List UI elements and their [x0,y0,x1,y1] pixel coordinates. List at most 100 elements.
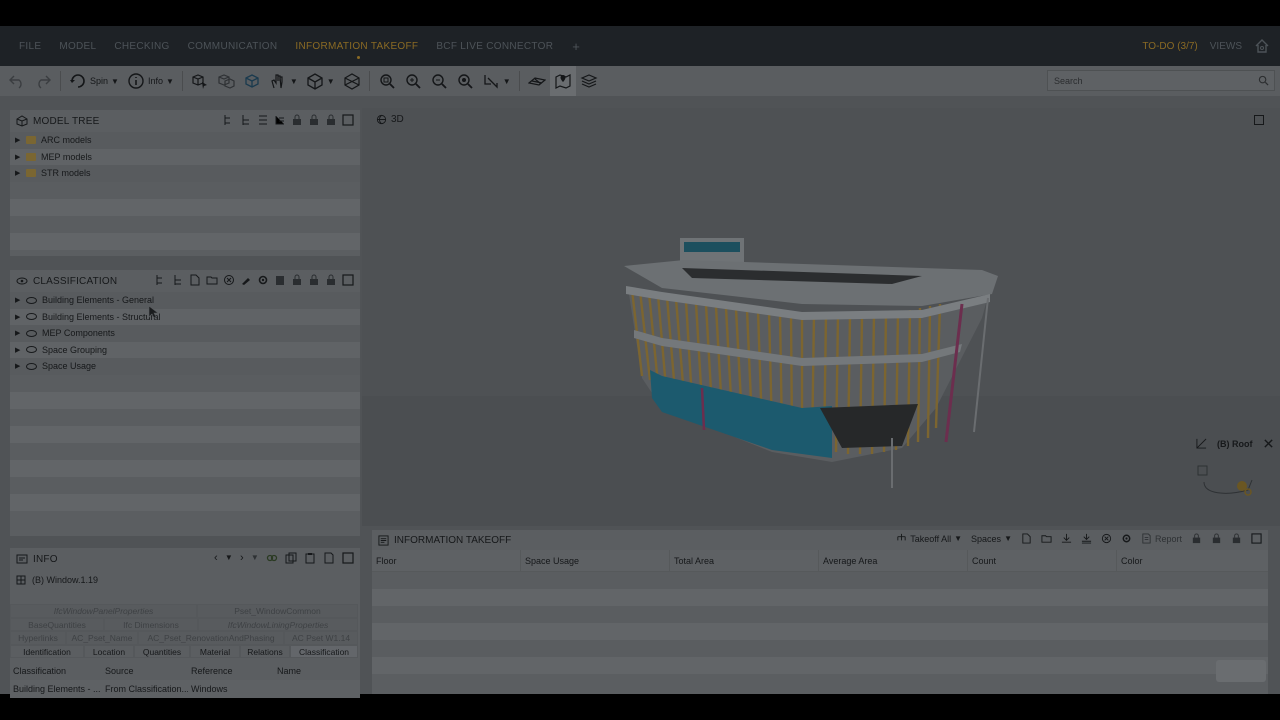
maximize-icon[interactable] [342,552,354,564]
export-icon[interactable] [274,274,286,286]
expand-arrow-icon[interactable]: ▶ [15,313,21,321]
expand-arrow-icon[interactable]: ▶ [15,296,21,304]
tree-filter-icon[interactable] [155,274,167,286]
maximize-icon[interactable] [342,274,354,286]
chevron-down-icon[interactable]: ▼ [251,552,259,564]
column-header-space-usage[interactable]: Space Usage [521,549,670,572]
gear-icon[interactable] [257,274,269,286]
menu-communication[interactable]: COMMUNICATION [179,41,287,52]
zoom-selection-button[interactable] [452,66,478,96]
classification-eye-icon[interactable] [26,346,37,354]
close-circle-icon[interactable] [223,274,235,286]
tab-ifc-dimensions[interactable]: Ifc Dimensions [104,617,198,631]
location-button[interactable] [549,66,576,96]
spin-button[interactable]: Spin ▼ [65,66,123,96]
column-header-average-area[interactable]: Average Area [819,549,968,572]
tab-pset-windowcommon[interactable]: Pset_WindowCommon [197,604,358,618]
paste-icon[interactable] [304,552,316,564]
tab-ac-pset-name[interactable]: AC_Pset_Name [66,631,138,645]
report-button[interactable]: Report [1141,533,1182,544]
lock-icon[interactable] [308,114,320,126]
tab-basequantities[interactable]: BaseQuantities [10,617,104,631]
close-circle-icon[interactable] [1101,533,1112,544]
takeoff-all-button[interactable]: Takeoff All ▼ [896,533,962,544]
menu-information-takeoff[interactable]: INFORMATION TAKEOFF [286,41,427,59]
lock-icon[interactable] [291,114,303,126]
column-header-total-area[interactable]: Total Area [670,549,819,572]
column-header-color[interactable]: Color [1117,550,1266,572]
views-button[interactable]: VIEWS [1210,41,1242,52]
close-icon[interactable] [1263,438,1274,449]
spaces-dropdown[interactable]: Spaces ▼ [971,534,1012,544]
menu-bcf-live-connector[interactable]: BCF LIVE CONNECTOR [427,41,562,52]
todo-button[interactable]: TO-DO (3/7) [1142,41,1197,52]
measure-button[interactable]: ▼ [478,66,515,96]
grid-header-reference[interactable]: Reference [188,666,274,676]
tab-classification[interactable]: Classification [290,644,358,658]
classification-eye-icon[interactable] [26,313,37,321]
grid-header-classification[interactable]: Classification [10,666,102,676]
tree-item-str-models[interactable]: ▶ STR models [10,165,360,182]
section-box-button[interactable] [339,66,365,96]
lock-icon[interactable] [1191,533,1202,544]
expand-arrow-icon[interactable]: ▶ [15,136,21,144]
download-icon[interactable] [1061,533,1072,544]
tree-filter-icon[interactable] [223,114,235,126]
column-header-count[interactable]: Count [968,549,1117,572]
classification-item[interactable]: ▶ Building Elements - Structural [10,308,360,325]
maximize-icon[interactable] [342,114,354,126]
menu-file[interactable]: FILE [10,41,50,52]
3d-viewport[interactable]: 3D (B) Roof [362,108,1280,526]
classification-eye-icon[interactable] [26,296,37,304]
next-arrow-icon[interactable]: › [240,552,244,564]
copy-icon[interactable] [285,552,297,564]
classification-item[interactable]: ▶ Building Elements - General [10,292,360,309]
zoom-fit-button[interactable] [374,66,400,96]
new-file-icon[interactable] [1021,533,1032,544]
floor-plan-button[interactable] [524,66,550,96]
selected-object[interactable]: (B) Window.1.19 [10,570,360,590]
select-objects-button[interactable] [187,66,213,96]
hide-objects-button[interactable] [213,66,239,96]
lock-icon[interactable] [1211,533,1222,544]
isolate-button[interactable] [239,66,265,96]
classification-item[interactable]: ▶ Space Grouping [10,341,360,358]
walk-button[interactable]: ▼ [265,66,302,96]
info-button[interactable]: Info ▼ [123,66,178,96]
tab-ac-pset-renovation[interactable]: AC_Pset_RenovationAndPhasing [138,631,284,645]
column-header-floor[interactable]: Floor [372,549,521,572]
views-cube-button[interactable]: ▼ [302,66,339,96]
tab-ifcwindowpanelproperties[interactable]: IfcWindowPanelProperties [10,604,197,618]
tab-identification[interactable]: Identification [10,644,84,658]
menu-model[interactable]: MODEL [50,41,105,52]
lock-icon[interactable] [308,274,320,286]
classification-eye-icon[interactable] [26,329,37,337]
tab-quantities[interactable]: Quantities [134,644,190,658]
search-box[interactable]: Search [1047,70,1275,91]
lock-icon[interactable] [325,274,337,286]
expand-arrow-icon[interactable]: ▶ [15,169,21,177]
new-file-icon[interactable] [189,274,201,286]
tree-sort-icon[interactable] [274,114,286,126]
tab-hyperlinks[interactable]: Hyperlinks [10,631,66,645]
maximize-icon[interactable] [1251,533,1262,544]
floor-map-thumbnail[interactable] [1196,462,1266,512]
open-folder-icon[interactable] [1041,533,1052,544]
previous-arrow-icon[interactable]: ‹ [214,552,218,564]
lock-icon[interactable] [291,274,303,286]
tab-location[interactable]: Location [84,644,134,658]
home-icon[interactable] [1254,38,1270,54]
grid-header-name[interactable]: Name [274,666,360,676]
zoom-in-button[interactable] [400,66,426,96]
layers-button[interactable] [576,66,602,96]
link-icon[interactable] [266,552,278,564]
expand-arrow-icon[interactable]: ▶ [15,346,21,354]
lock-icon[interactable] [325,114,337,126]
gear-icon[interactable] [1121,533,1132,544]
floating-toggle-button[interactable] [1216,660,1266,682]
tree-item-arc-models[interactable]: ▶ ARC models [10,132,360,149]
classification-item[interactable]: ▶ Space Usage [10,358,360,375]
menu-checking[interactable]: CHECKING [105,41,178,52]
lock-icon[interactable] [1231,533,1242,544]
open-folder-icon[interactable] [206,274,218,286]
